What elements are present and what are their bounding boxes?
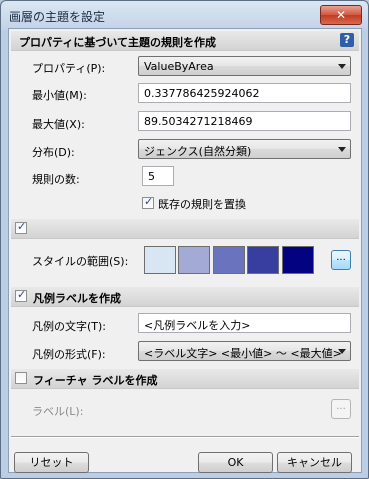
rule-count-field[interactable]: 5 (142, 166, 174, 186)
max-label: 最大値(X): (32, 118, 85, 131)
reset-button[interactable]: リセット (14, 452, 89, 473)
color-swatch-2 (178, 246, 210, 274)
max-value-field[interactable]: 89.5034271218469 (138, 111, 351, 131)
chevron-down-icon (338, 147, 346, 152)
property-select-value: ValueByArea (144, 60, 214, 73)
style-range-label: スタイルの範囲(S): (32, 255, 129, 268)
legend-section-checkbox[interactable] (15, 288, 27, 302)
legend-text-label: 凡例の文字(T): (32, 320, 107, 333)
legend-format-select-value: <ラベル文字> <最小値> ～ <最大値> (144, 347, 342, 360)
dialog-window: 画層の主題を設定 ✕ プロパティに基づいて主題の規則を作成 ? プロパティ(P)… (0, 0, 369, 479)
chevron-down-icon (338, 349, 346, 354)
footer-divider (11, 436, 359, 438)
color-swatch-3 (213, 246, 245, 274)
distribution-select[interactable]: ジェンクス(自然分類) (138, 139, 351, 159)
legend-text-field[interactable]: <凡例ラベルを入力> (138, 313, 351, 333)
color-swatch-4 (247, 246, 279, 274)
legend-format-label: 凡例の形式(F): (32, 348, 106, 361)
legend-section-header: 凡例ラベルを作成 (11, 287, 359, 307)
help-icon[interactable]: ? (340, 33, 354, 47)
feature-section-checkbox[interactable] (15, 372, 27, 384)
legend-format-select[interactable]: <ラベル文字> <最小値> ～ <最大値> (138, 341, 351, 361)
color-swatch-5 (282, 246, 314, 274)
feature-section-header: フィーチャ ラベルを作成 (11, 369, 359, 389)
window-title: 画層の主題を設定 (9, 10, 106, 24)
min-label: 最小値(M): (32, 89, 87, 102)
rules-section-header: プロパティに基づいて主題の規則を作成 ? (11, 31, 359, 51)
property-select[interactable]: ValueByArea (138, 56, 351, 76)
style-section-header (11, 219, 359, 239)
min-value-field[interactable]: 0.337786425924062 (138, 83, 351, 103)
feature-label-browse-button[interactable]: ... (331, 399, 351, 419)
property-label: プロパティ(P): (32, 62, 106, 75)
replace-rules-checkbox[interactable] (142, 195, 154, 209)
style-section-checkbox[interactable] (15, 220, 27, 234)
color-swatch-1 (144, 246, 176, 274)
feature-label-label: ラベル(L): (32, 405, 84, 418)
title-bar[interactable]: 画層の主題を設定 ✕ (1, 1, 368, 29)
replace-rules-label: 既存の規則を置換 (158, 198, 246, 211)
dialog-body: プロパティに基づいて主題の規則を作成 ? プロパティ(P): ValueByAr… (8, 28, 362, 473)
distribution-select-value: ジェンクス(自然分類) (144, 145, 252, 158)
cancel-button[interactable]: キャンセル (277, 452, 352, 473)
distribution-label: 分布(D): (32, 146, 75, 159)
ok-button[interactable]: OK (198, 452, 273, 473)
rules-section-title: プロパティに基づいて主題の規則を作成 (19, 36, 217, 49)
legend-section-title: 凡例ラベルを作成 (33, 292, 121, 305)
chevron-down-icon (338, 64, 346, 69)
rule-count-label: 規則の数: (32, 173, 80, 186)
close-button[interactable]: ✕ (320, 5, 362, 25)
feature-section-title: フィーチャ ラベルを作成 (33, 374, 158, 387)
style-range-browse-button[interactable]: ... (331, 250, 351, 270)
